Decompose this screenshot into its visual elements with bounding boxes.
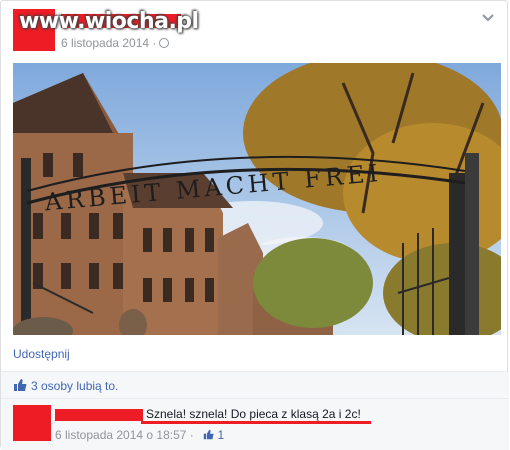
gate-photo-illustration: ARBEIT MACHT FREI [13, 63, 501, 335]
like-thumb-icon [14, 379, 27, 391]
comment-like-count[interactable]: 1 [217, 428, 224, 442]
post-photo[interactable]: ARBEIT MACHT FREI [13, 63, 501, 335]
comment-text: Sznela! sznela! Do pieca z klasą 2a i 2c… [146, 407, 361, 421]
facebook-post: www.wiocha.pl 6 listopada 2014 · ARBEIT … [0, 0, 509, 450]
comment-timestamp[interactable]: 6 listopada 2014 o 18:57 · [55, 428, 194, 442]
comment-meta: 6 listopada 2014 o 18:57 · 1 [55, 428, 224, 442]
globe-icon [159, 38, 170, 48]
comment: Sznela! sznela! Do pieca z klasą 2a i 2c… [1, 399, 509, 450]
share-link[interactable]: Udostępnij [13, 347, 70, 361]
redacted-commenter-avatar [13, 405, 51, 441]
watermark: www.wiocha.pl [19, 9, 199, 34]
redacted-commenter-name [55, 409, 143, 421]
post-date[interactable]: 6 listopada 2014 · [61, 36, 170, 50]
like-thumb-icon [203, 429, 214, 440]
chevron-down-icon[interactable] [481, 11, 495, 25]
comment-underline-mark [141, 421, 371, 424]
likes-bar: 3 osoby lubią to. [1, 371, 509, 399]
post-date-text: 6 listopada 2014 · [61, 36, 157, 50]
likes-count-link[interactable]: 3 osoby lubią to. [31, 379, 118, 393]
